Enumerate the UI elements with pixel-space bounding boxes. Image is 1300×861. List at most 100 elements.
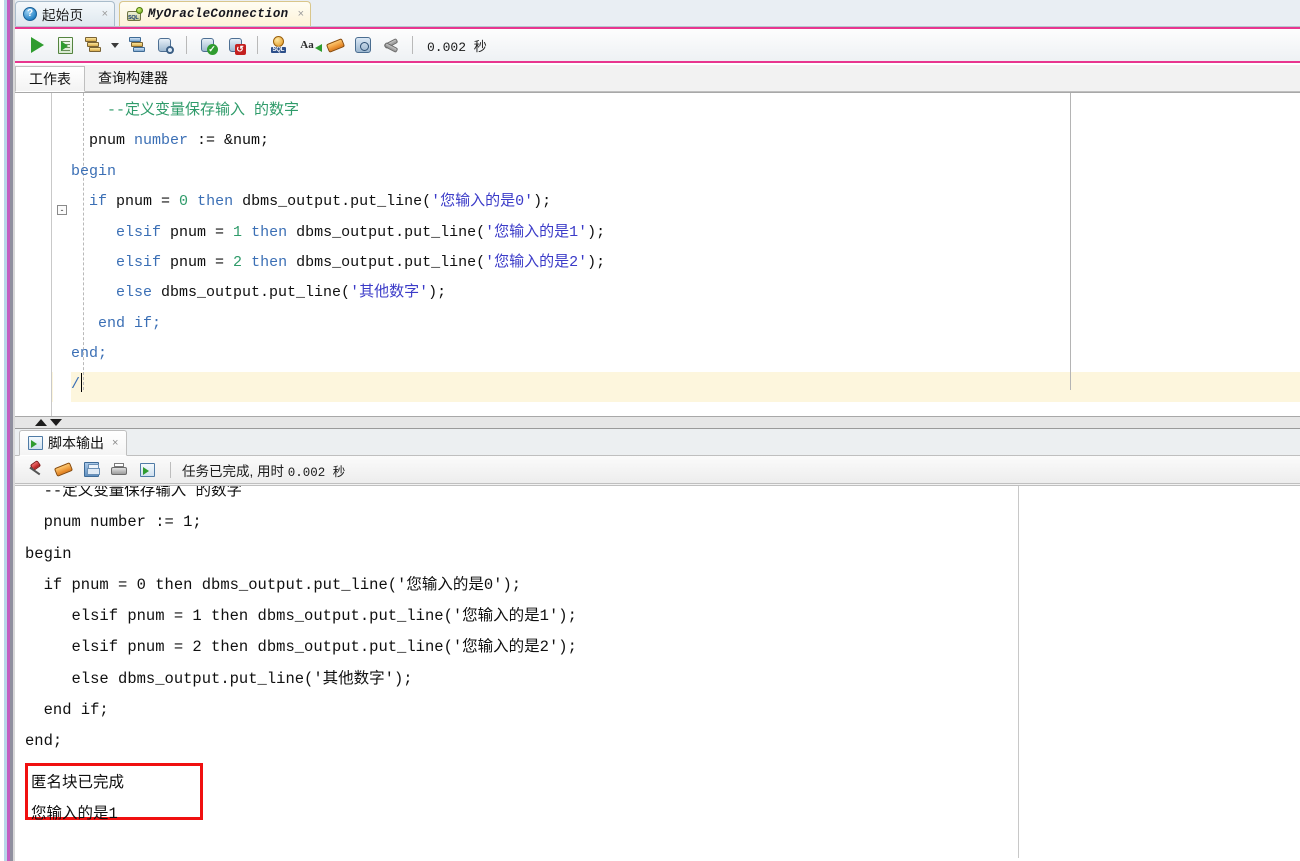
tab-script-output[interactable]: 脚本输出 ×	[19, 430, 128, 456]
editor-line-number-gutter	[15, 93, 52, 416]
run-script-button[interactable]	[52, 32, 78, 58]
output-toolbar-separator	[170, 461, 171, 478]
sql-developer-window: ? 起始页 × SQL MyOracleConnection × ✓ ↺ SQL…	[0, 0, 1300, 861]
script-output-tab-row: 脚本输出 ×	[15, 429, 1300, 456]
panel-splitter[interactable]	[15, 416, 1300, 429]
editor-line: begin	[71, 162, 117, 180]
sql-gear-icon: SQL	[270, 36, 288, 53]
sql-history-button[interactable]	[350, 32, 376, 58]
tab-start-page[interactable]: ? 起始页 ×	[15, 1, 115, 26]
fold-toggle-icon[interactable]: -	[57, 205, 67, 215]
print-icon	[111, 462, 127, 477]
editor-line: end if;	[98, 314, 162, 332]
splitter-collapse-up-icon[interactable]	[35, 419, 47, 426]
elapsed-time-label: 0.002 秒	[427, 39, 487, 55]
output-status-text: 任务已完成, 用时	[182, 463, 288, 479]
tab-myoracleconnection-close-icon[interactable]: ×	[294, 8, 304, 20]
unshared-sql-button[interactable]: SQL	[266, 32, 292, 58]
right-margin-guide	[1070, 93, 1071, 390]
eraser-icon	[53, 462, 73, 477]
splitter-collapse-down-icon[interactable]	[50, 419, 62, 426]
editor-line: else dbms_output.put_line('其他数字');	[116, 284, 447, 302]
text-caret	[81, 372, 83, 392]
explain-plan-dropdown[interactable]	[108, 32, 122, 58]
print-output-button[interactable]	[107, 458, 131, 482]
toolbar-separator-3	[412, 36, 413, 54]
script-output-icon	[139, 462, 155, 477]
run-script-icon	[57, 36, 73, 54]
toolbar-separator-2	[257, 36, 258, 54]
output-line: elsif pnum = 1 then dbms_output.put_line…	[25, 607, 577, 626]
clear-output-button[interactable]	[51, 458, 75, 482]
editor-line: elsif pnum = 1 then dbms_output.put_line…	[116, 223, 606, 241]
output-line: end if;	[25, 701, 109, 720]
eraser-icon	[325, 37, 345, 53]
toolbar-separator-1	[186, 36, 187, 54]
clock-history-icon	[355, 37, 371, 53]
pin-icon	[28, 460, 43, 477]
help-icon: ?	[23, 7, 37, 21]
editor-line: /	[71, 370, 605, 400]
commit-button[interactable]: ✓	[195, 32, 221, 58]
output-line: else dbms_output.put_line('其他数字');	[25, 669, 413, 688]
output-status-label: 任务已完成, 用时 0.002 秒	[182, 460, 345, 480]
tab-myoracleconnection-label: MyOracleConnection	[148, 7, 289, 21]
editor-line: elsif pnum = 2 then dbms_output.put_line…	[116, 253, 606, 271]
script-output-icon	[28, 436, 43, 450]
tab-worksheet-label: 工作表	[29, 71, 71, 87]
rollback-button[interactable]: ↺	[223, 32, 249, 58]
rollback-icon: ↺	[228, 37, 246, 55]
output-line: if pnum = 0 then dbms_output.put_line('您…	[25, 575, 522, 594]
pin-output-button[interactable]	[23, 458, 47, 482]
output-result-line: 匿名块已完成	[31, 774, 125, 792]
open-in-editor-button[interactable]	[135, 458, 159, 482]
editor-line: pnum number := &num;	[89, 132, 270, 150]
play-icon	[30, 37, 44, 53]
script-output-text-area[interactable]: --定义变量保存输入 的数字 pnum number := 1; begin if…	[15, 485, 1300, 861]
tab-start-page-close-icon[interactable]: ×	[98, 8, 108, 20]
sql-query-button[interactable]	[152, 32, 178, 58]
editor-line: --定义变量保存输入 的数字	[107, 102, 300, 119]
tab-worksheet[interactable]: 工作表	[15, 66, 85, 92]
editor-code-fold-gutter[interactable]: -	[53, 93, 71, 416]
tab-start-page-label: 起始页	[42, 8, 84, 23]
explain-plan-icon	[85, 37, 101, 53]
tab-query-builder[interactable]: 查询构建器	[85, 65, 181, 91]
output-result-line: 您输入的是1	[31, 805, 118, 824]
clear-worksheet-button[interactable]	[322, 32, 348, 58]
tab-query-builder-label: 查询构建器	[98, 70, 168, 86]
output-result-text: 匿名块已完成 您输入的是1	[31, 768, 124, 831]
script-output-toolbar: 任务已完成, 用时 0.002 秒	[15, 456, 1300, 484]
chevron-down-icon	[111, 42, 119, 48]
output-line: begin	[25, 544, 72, 563]
output-line: pnum number := 1;	[25, 513, 202, 532]
worksheet-subtab-bar: 工作表 查询构建器	[15, 65, 1300, 92]
change-case-button[interactable]: Aa	[294, 32, 322, 58]
save-output-button[interactable]	[79, 458, 103, 482]
output-script-echo: --定义变量保存输入 的数字 pnum number := 1; begin if…	[25, 485, 577, 758]
tab-script-output-close-icon[interactable]: ×	[112, 437, 118, 449]
window-edge-strip	[0, 0, 15, 861]
output-margin-guide	[1018, 486, 1019, 861]
worksheet-toolbar: ✓ ↺ SQL Aa 0.002 秒	[15, 27, 1300, 63]
autotrace-button[interactable]	[124, 32, 150, 58]
output-line: end;	[25, 732, 63, 751]
connection-tab-bar: ? 起始页 × SQL MyOracleConnection ×	[15, 0, 1300, 27]
editor-code-content: --定义变量保存输入 的数字 pnum number := &num; begin…	[71, 96, 605, 400]
script-output-panel: 脚本输出 × 任务已完成, 用时 0.002 秒 --定义变量保存输入 的数字 …	[15, 429, 1300, 861]
editor-line: if pnum = 0 then dbms_output.put_line('您…	[89, 193, 552, 211]
wrench-icon	[383, 37, 399, 53]
font-case-icon: Aa	[300, 39, 322, 52]
sql-code-editor[interactable]: - --定义变量保存输入 的数字 pnum number := &num; beg…	[15, 92, 1300, 416]
explain-plan-button[interactable]	[80, 32, 106, 58]
output-line: --定义变量保存输入 的数字	[25, 485, 243, 500]
autotrace-icon	[129, 37, 145, 53]
sql-connection-icon: SQL	[127, 7, 143, 21]
output-status-time: 0.002 秒	[287, 465, 346, 480]
db-search-icon	[157, 37, 174, 54]
tab-myoracleconnection[interactable]: SQL MyOracleConnection ×	[119, 1, 311, 26]
save-icon	[83, 462, 100, 477]
editor-line: end;	[71, 345, 108, 363]
run-statement-button[interactable]	[24, 32, 50, 58]
tools-button[interactable]	[378, 32, 404, 58]
